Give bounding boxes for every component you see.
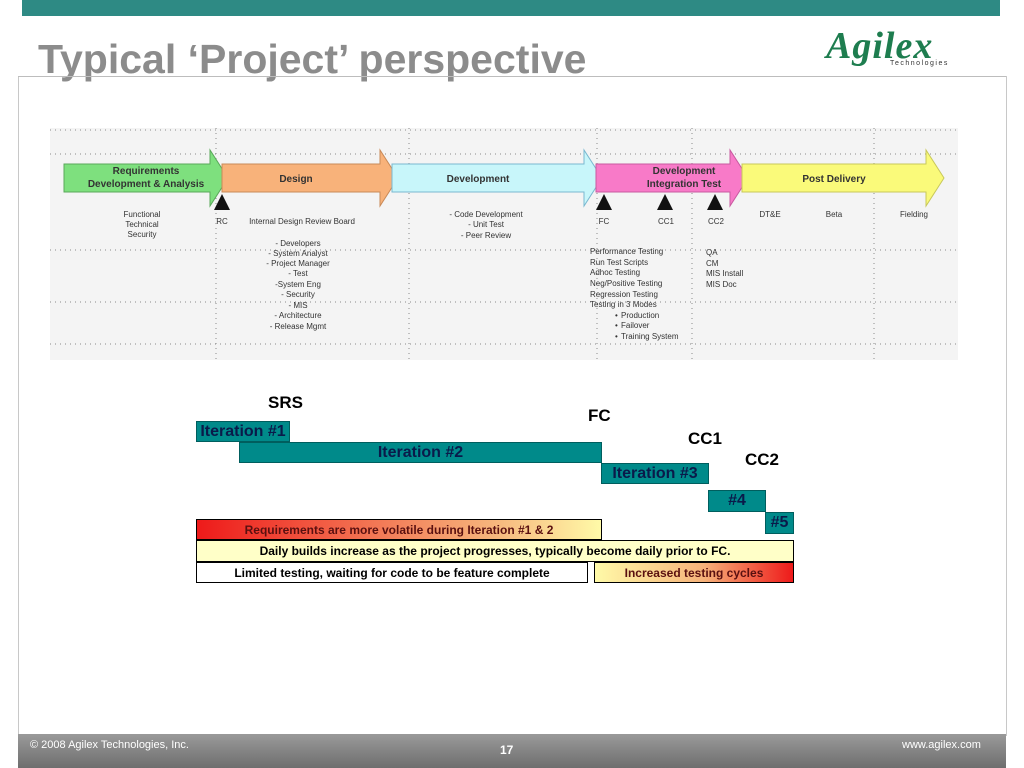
detail-text: - System Analyst (268, 249, 328, 258)
gate-label-rc: RC (216, 217, 228, 226)
detail-bullet: • (615, 332, 618, 341)
detail-text: - Unit Test (468, 220, 505, 229)
note-increased-testing: Increased testing cycles (594, 562, 794, 583)
detail-text: Neg/Positive Testing (590, 279, 662, 288)
detail-text: Regression Testing (590, 290, 658, 299)
detail-text: - Security (281, 290, 315, 299)
iteration-bar-5: #5 (765, 512, 794, 534)
page-number: 17 (500, 743, 514, 757)
detail-text: - Developers (275, 239, 320, 248)
gate-label-fielding: Fielding (900, 210, 928, 219)
detail-text: Technical (125, 220, 159, 229)
milestone-srs: SRS (268, 393, 303, 412)
detail-text: - Release Mgmt (270, 322, 327, 331)
detail-bullet: • (615, 321, 618, 330)
slide: Typical ‘Project’ perspective Agilex Tec… (0, 0, 1024, 768)
phase-design-label: Design (279, 174, 312, 185)
design-roles-list: - Developers - System Analyst - Project … (266, 239, 330, 331)
detail-text: Security (128, 230, 157, 239)
top-accent-bar (22, 0, 1000, 16)
diagram-background (50, 128, 958, 360)
frame-left-border (18, 76, 19, 736)
footer-url[interactable]: www.agilex.com (902, 739, 981, 751)
detail-text: Adhoc Testing (590, 268, 640, 277)
milestone-cc1: CC1 (688, 429, 723, 448)
detail-text: CM (706, 259, 719, 268)
logo-subtext: Technologies (890, 60, 949, 67)
detail-text: - Code Development (449, 210, 523, 219)
gate-label-beta: Beta (826, 210, 843, 219)
detail-text: Training System (621, 332, 679, 341)
detail-text: QA (706, 248, 718, 257)
detail-text: Testing in 3 Modes (590, 300, 657, 309)
phase-post-delivery-label: Post Delivery (802, 174, 866, 185)
detail-text: Failover (621, 321, 650, 330)
detail-text: Production (621, 311, 659, 320)
detail-text: Run Test Scripts (590, 258, 648, 267)
detail-text: - Peer Review (461, 231, 511, 240)
iteration-bar-4: #4 (708, 490, 766, 512)
footer-copyright: © 2008 Agilex Technologies, Inc. (30, 739, 189, 751)
detail-text: Performance Testing (590, 247, 663, 256)
detail-bullet: • (615, 311, 618, 320)
milestone-cc2: CC2 (745, 450, 780, 469)
gate-label-cc1: CC1 (658, 217, 675, 226)
detail-text: - MIS (288, 301, 307, 310)
title-divider (18, 76, 1006, 77)
requirements-details: Functional Technical Security (124, 210, 161, 239)
phase-integration-label-2: Integration Test (647, 179, 722, 190)
iteration-bar-1: Iteration #1 (196, 421, 290, 442)
iteration-bar-3: Iteration #3 (601, 463, 709, 484)
detail-text: -System Eng (275, 280, 321, 289)
note-requirements-volatile: Requirements are more volatile during It… (196, 519, 602, 540)
design-review-board-label: Internal Design Review Board (249, 217, 355, 226)
gate-label-fc: FC (599, 217, 610, 226)
detail-text: - Architecture (274, 311, 322, 320)
gate-label-dte: DT&E (759, 210, 780, 219)
detail-text: MIS Doc (706, 280, 737, 289)
phase-development-label: Development (447, 174, 510, 185)
phase-requirements-label-2: Development & Analysis (88, 179, 205, 190)
gate-label-cc2: CC2 (708, 217, 725, 226)
lifecycle-svg: Requirements Development & Analysis Desi… (50, 128, 958, 360)
detail-text: Functional (124, 210, 161, 219)
milestone-fc: FC (588, 406, 611, 425)
phase-integration-label-1: Development (653, 166, 716, 177)
note-daily-builds: Daily builds increase as the project pro… (196, 540, 794, 562)
detail-text: - Test (288, 269, 308, 278)
lifecycle-diagram: Requirements Development & Analysis Desi… (50, 128, 958, 365)
iteration-bar-2: Iteration #2 (239, 442, 602, 463)
phase-requirements-label-1: Requirements (113, 166, 180, 177)
detail-text: MIS Install (706, 269, 744, 278)
agilex-logo: Agilex Technologies (826, 22, 986, 72)
detail-text: - Project Manager (266, 259, 330, 268)
note-limited-testing: Limited testing, waiting for code to be … (196, 562, 588, 583)
frame-right-border (1006, 76, 1007, 736)
